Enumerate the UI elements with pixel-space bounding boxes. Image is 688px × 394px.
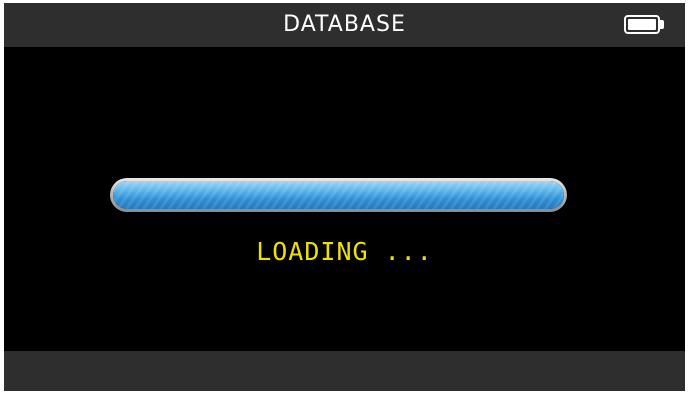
- loading-status-text: LOADING ...: [256, 237, 433, 266]
- page-title: DATABASE: [283, 12, 406, 37]
- main-content: LOADING ...: [4, 47, 685, 351]
- title-bar: DATABASE: [4, 3, 685, 47]
- bottom-bar: [4, 351, 685, 391]
- battery-level-fill: [628, 19, 656, 30]
- progress-bar-fill: [113, 181, 564, 209]
- progress-bar: [110, 178, 567, 212]
- progress-track-inner: [113, 181, 564, 209]
- device-screen: DATABASE LOADING ...: [4, 3, 685, 391]
- battery-icon: [624, 15, 660, 34]
- battery-tip: [660, 20, 664, 29]
